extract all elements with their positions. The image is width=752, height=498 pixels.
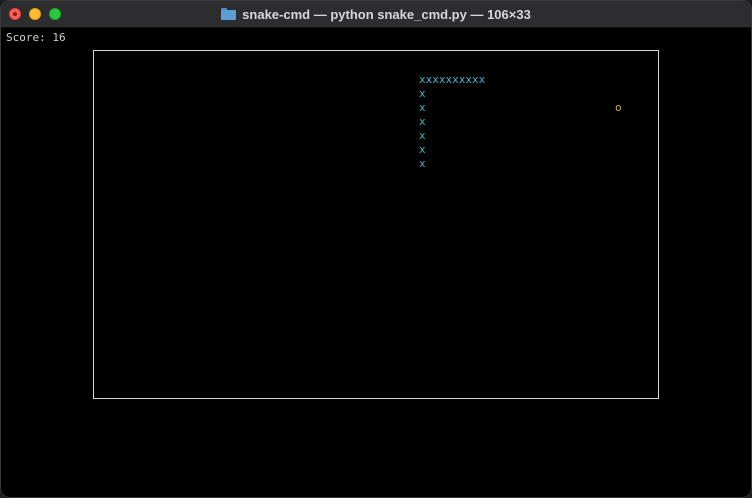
- terminal-content[interactable]: Score: 16 xxxxxxxxxx x x x x x x o: [1, 28, 751, 497]
- snake-segment: x: [419, 101, 426, 114]
- snake-segment: x: [419, 129, 426, 142]
- window-title-group: snake-cmd — python snake_cmd.py — 106×33: [221, 7, 531, 22]
- title-bar[interactable]: snake-cmd — python snake_cmd.py — 106×33: [1, 1, 751, 28]
- close-button[interactable]: [9, 8, 21, 20]
- snake-head-row: xxxxxxxxxx: [419, 73, 486, 86]
- food-pellet: o: [615, 101, 622, 114]
- game-board: xxxxxxxxxx x x x x x x o: [93, 50, 659, 399]
- snake-segment: x: [419, 115, 426, 128]
- window-title: snake-cmd — python snake_cmd.py — 106×33: [242, 6, 531, 22]
- folder-icon: [221, 8, 237, 20]
- zoom-button[interactable]: [49, 8, 61, 20]
- snake-segment: x: [419, 157, 426, 170]
- snake-segment: x: [419, 143, 426, 156]
- minimize-button[interactable]: [29, 8, 41, 20]
- score-text: Score: 16: [6, 31, 66, 44]
- snake-segment: x: [419, 87, 426, 100]
- terminal-window: snake-cmd — python snake_cmd.py — 106×33…: [0, 0, 752, 498]
